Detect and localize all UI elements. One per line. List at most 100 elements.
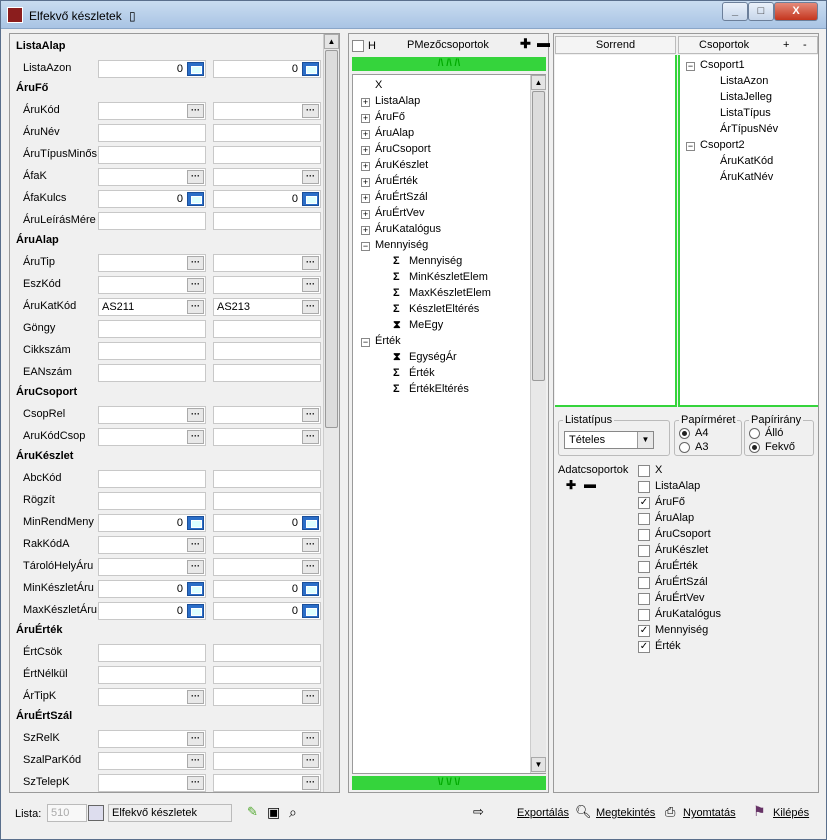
tree-scrollbar[interactable]: ▲ ▼ [530,75,546,773]
field-input[interactable]: ··· [213,536,321,554]
tree-item[interactable]: MaxKészletElem [409,287,491,299]
tree-item[interactable]: EgységÁr [409,351,457,363]
lookup-button[interactable]: ··· [302,104,319,118]
tree-item[interactable]: ÉrtékEltérés [409,383,469,395]
field-input[interactable] [98,492,206,510]
tree-item[interactable]: ÁruKatalógus [375,223,441,235]
field-input[interactable]: 0 [98,514,206,532]
field-input[interactable]: ··· [98,102,206,120]
tree-item[interactable]: ÁruKészlet [375,159,428,171]
lookup-button[interactable]: ··· [187,408,204,422]
field-input[interactable]: ··· [98,428,206,446]
exit-button[interactable]: Kilépés [773,807,809,819]
lookup-button[interactable]: ··· [302,538,319,552]
field-input[interactable]: 0 [98,602,206,620]
field-input[interactable] [213,320,321,338]
field-input[interactable]: AS213 ··· [213,298,321,316]
field-input[interactable]: ··· [213,752,321,770]
adat-checkbox[interactable] [638,609,650,621]
expand-icon[interactable]: + [361,210,370,219]
search-icon[interactable]: ⌕ [289,804,297,821]
tree-item[interactable]: ÁruÉrtVev [375,207,425,219]
tree-scroll-up[interactable]: ▲ [531,75,546,90]
expand-icon[interactable]: + [361,130,370,139]
lookup-button[interactable]: ··· [187,278,204,292]
lookup-button[interactable]: ··· [187,256,204,270]
field-input[interactable] [213,492,321,510]
lookup-button[interactable]: ··· [302,256,319,270]
field-input[interactable] [98,364,206,382]
tree-scroll-down[interactable]: ▼ [531,757,546,772]
tree-item[interactable]: X [375,79,382,91]
lookup-button[interactable]: ··· [187,776,204,790]
lookup-button[interactable]: ··· [302,690,319,704]
field-input[interactable]: 0 [213,580,321,598]
lookup-button[interactable]: ··· [302,408,319,422]
tree-item[interactable]: ÁruÉrtSzál [375,191,428,203]
field-input[interactable]: ··· [98,276,206,294]
remove-group-button[interactable]: - [803,37,807,53]
fekvo-radio[interactable] [749,442,760,453]
calculator-icon[interactable] [187,604,204,618]
field-input[interactable]: 0 [98,580,206,598]
field-input[interactable] [98,124,206,142]
chevron-down-icon[interactable]: ▼ [637,432,653,448]
print-icon[interactable]: ⎙ [665,804,675,820]
expand-icon[interactable]: + [361,226,370,235]
scroll-thumb[interactable] [325,50,338,428]
tree-item[interactable]: ÁruÉrték [375,175,418,187]
field-input[interactable]: ··· [213,774,321,792]
tree-item[interactable]: KészletEltérés [409,303,479,315]
field-input[interactable] [213,666,321,684]
expand-icon[interactable]: + [361,162,370,171]
calculator-icon[interactable] [187,516,204,530]
tree-item[interactable]: ÁruAlap [375,127,414,139]
tree-item[interactable]: Mennyiség [409,255,462,267]
lookup-button[interactable]: ··· [302,170,319,184]
a3-radio[interactable] [679,442,690,453]
field-input[interactable]: 0 [213,514,321,532]
field-input[interactable] [213,124,321,142]
remove-icon[interactable]: ▬ [537,35,550,50]
lookup-button[interactable]: ··· [302,300,319,314]
exit-icon[interactable]: ⚑ [753,803,766,820]
calculator-icon[interactable] [302,516,319,530]
adat-checkbox[interactable] [638,561,650,573]
calculator-icon[interactable] [88,805,104,821]
adat-checkbox[interactable] [638,545,650,557]
lookup-button[interactable]: ··· [302,732,319,746]
adat-checkbox[interactable]: ✓ [638,497,650,509]
adat-checkbox[interactable] [638,465,650,477]
tree-scroll-thumb[interactable] [532,91,545,381]
group-item[interactable]: Csoport2 [700,139,745,151]
lookup-button[interactable]: ··· [302,430,319,444]
field-input[interactable]: 0 [213,60,321,78]
field-input[interactable]: 0 [213,602,321,620]
field-input[interactable]: ··· [98,558,206,576]
field-input[interactable]: ··· [213,254,321,272]
tree-item[interactable]: ListaAlap [375,95,420,107]
tree-item[interactable]: Mennyiség [375,239,428,251]
adat-checkbox[interactable]: ✓ [638,625,650,637]
collapse-icon[interactable]: − [686,142,695,151]
field-input[interactable]: ··· [213,428,321,446]
collapse-icon[interactable]: − [686,62,695,71]
tree-item[interactable]: ÁruFő [375,111,405,123]
tree-item[interactable]: Érték [409,367,435,379]
field-input[interactable]: 0 [98,190,206,208]
pen-icon[interactable]: ✎ [247,804,258,820]
add-adat-icon[interactable]: ✚ [566,478,576,492]
collapse-icon[interactable]: − [361,242,370,251]
field-input[interactable]: 0 [213,190,321,208]
adat-checkbox[interactable] [638,593,650,605]
field-input[interactable]: ··· [213,102,321,120]
sorrend-list[interactable] [555,55,677,407]
field-input[interactable]: ··· [98,536,206,554]
group-item[interactable]: ÁruKatKód [720,155,773,167]
calculator-icon[interactable] [187,62,204,76]
lookup-button[interactable]: ··· [187,300,204,314]
lookup-button[interactable]: ··· [187,560,204,574]
expand-icon[interactable]: + [361,178,370,187]
expand-icon[interactable]: + [361,194,370,203]
lookup-button[interactable]: ··· [302,560,319,574]
